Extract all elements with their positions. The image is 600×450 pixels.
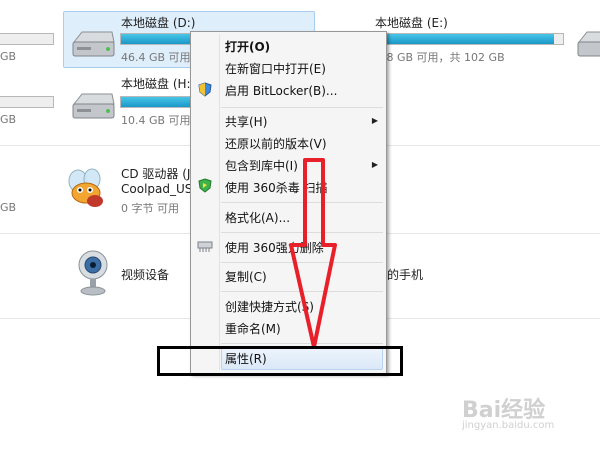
highlight-box-annotation bbox=[157, 346, 403, 376]
partial-drive-info: GB bbox=[0, 113, 17, 126]
drive-name[interactable]: CD 驱动器 (J bbox=[121, 165, 190, 182]
menu-separator bbox=[221, 107, 383, 108]
submenu-arrow-icon: ▶ bbox=[371, 116, 378, 125]
menu-item-format[interactable]: 格式化(A)... bbox=[225, 209, 290, 226]
drive-name[interactable]: 本地磁盘 (E:) bbox=[375, 14, 448, 31]
drive-name[interactable]: 本地磁盘 (H:) bbox=[121, 75, 195, 92]
menu-item-open[interactable]: 打开(O) bbox=[225, 38, 270, 55]
partial-capacity-bar bbox=[0, 33, 54, 45]
menu-item-copy[interactable]: 复制(C) bbox=[225, 268, 267, 285]
shield-icon bbox=[198, 82, 212, 97]
hard-drive-icon bbox=[577, 31, 600, 57]
menu-item-bitlocker[interactable]: 启用 BitLocker(B)... bbox=[225, 82, 337, 99]
capacity-bar bbox=[378, 33, 564, 45]
webcam-icon bbox=[78, 250, 108, 296]
device-name[interactable]: 视频设备 bbox=[121, 266, 169, 283]
coolpad-bee-icon bbox=[68, 168, 103, 207]
partial-drive-info: GB bbox=[0, 50, 17, 63]
drive-name: 本地磁盘 (D:) bbox=[121, 16, 196, 30]
menu-item-rename[interactable]: 重命名(M) bbox=[225, 320, 281, 337]
device-name[interactable]: 的手机 bbox=[387, 266, 423, 283]
watermark-url: jingyan.baidu.com bbox=[462, 420, 555, 431]
partial-capacity-bar bbox=[0, 96, 54, 108]
drive-info: 4.8 GB 可用，共 102 GB bbox=[376, 51, 505, 64]
hard-drive-icon bbox=[72, 93, 115, 119]
drive-info: 0 字节 可用 bbox=[121, 202, 179, 215]
partial-drive-info: GB bbox=[0, 201, 17, 214]
360-shield-icon bbox=[198, 178, 212, 193]
drive-label: Coolpad_US bbox=[121, 182, 193, 196]
submenu-arrow-icon: ▶ bbox=[371, 160, 378, 169]
red-down-arrow-annotation bbox=[289, 158, 337, 349]
menu-item-open-new-window[interactable]: 在新窗口中打开(E) bbox=[225, 60, 326, 77]
shredder-icon bbox=[197, 241, 213, 252]
menu-item-restore-versions[interactable]: 还原以前的版本(V) bbox=[225, 135, 327, 152]
hard-drive-icon bbox=[72, 31, 115, 57]
menu-item-share[interactable]: 共享(H) bbox=[225, 113, 267, 130]
menu-gutter bbox=[219, 34, 220, 370]
